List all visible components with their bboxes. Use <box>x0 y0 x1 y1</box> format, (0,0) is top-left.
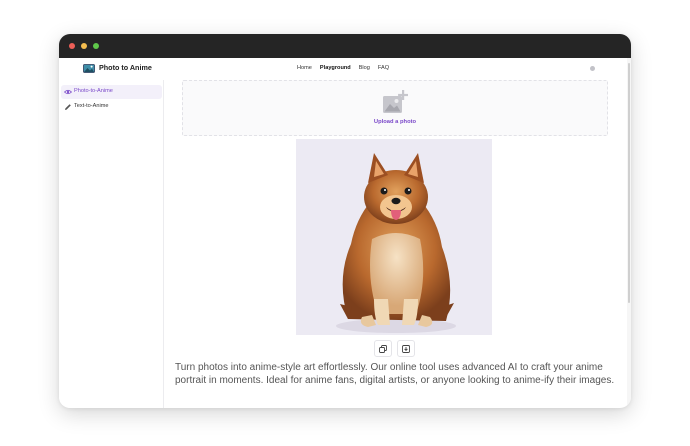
nav-playground[interactable]: Playground <box>320 65 351 71</box>
scrollbar-thumb[interactable] <box>628 63 630 303</box>
minimize-window-button[interactable] <box>81 43 87 49</box>
page-description: Turn photos into anime-style art effortl… <box>175 362 615 386</box>
maximize-window-button[interactable] <box>93 43 99 49</box>
copy-icon <box>379 345 387 353</box>
main-nav: Home Playground Blog FAQ <box>297 65 389 71</box>
result-image <box>296 139 492 335</box>
download-button[interactable] <box>397 340 415 357</box>
eye-icon <box>64 89 72 95</box>
nav-home[interactable]: Home <box>297 65 312 71</box>
pomeranian-dog-image <box>336 153 456 333</box>
theme-toggle-icon[interactable] <box>590 66 595 71</box>
sidebar-item-text-to-anime[interactable]: Text-to-Anime <box>61 100 162 114</box>
sidebar-item-label: Text-to-Anime <box>74 103 109 109</box>
pencil-icon <box>65 104 71 110</box>
nav-faq[interactable]: FAQ <box>378 65 389 71</box>
brand-name[interactable]: Photo to Anime <box>99 63 152 72</box>
sidebar-item-photo-to-anime[interactable]: Photo-to-Anime <box>61 85 162 99</box>
sidebar-item-label: Photo-to-Anime <box>74 88 113 94</box>
upload-label: Upload a photo <box>373 119 417 125</box>
window-titlebar <box>59 34 631 58</box>
image-logo-icon <box>83 64 95 73</box>
download-icon <box>402 345 410 353</box>
sidebar: Photo-to-Anime Text-to-Anime <box>59 80 164 408</box>
close-window-button[interactable] <box>69 43 75 49</box>
site-header: Photo to Anime Home Playground Blog FAQ <box>59 58 627 80</box>
page-scrollbar[interactable] <box>627 58 631 408</box>
copy-button[interactable] <box>374 340 392 357</box>
browser-window: Photo to Anime Home Playground Blog FAQ … <box>59 34 631 408</box>
nav-blog[interactable]: Blog <box>359 65 370 71</box>
add-image-icon <box>383 90 408 113</box>
upload-dropzone[interactable]: Upload a photo <box>182 80 608 136</box>
